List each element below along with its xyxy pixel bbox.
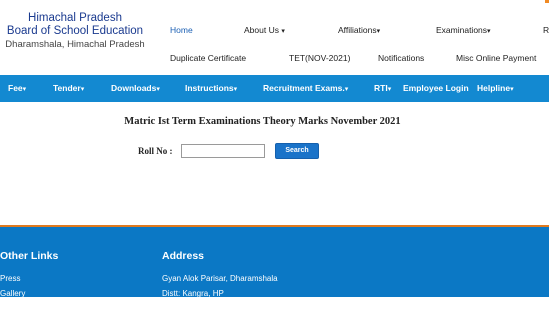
chevron-down-icon: ▾ <box>487 28 491 35</box>
address-heading: Address <box>162 250 205 262</box>
main-navbar: Fee▾ Tender▾ Downloads▾ Instructions▾ Re… <box>0 75 549 102</box>
chevron-down-icon: ▾ <box>387 86 392 93</box>
nav-rti[interactable]: RTI▾ <box>374 75 391 102</box>
topnav-examinations-label: Examinations <box>436 25 488 35</box>
nav-tender-label: Tender <box>53 83 81 93</box>
site-logo[interactable]: Himachal Pradesh Board of School Educati… <box>0 12 150 51</box>
nav-fee[interactable]: Fee▾ <box>8 75 26 102</box>
logo-location: Dharamshala, Himachal Pradesh <box>5 39 145 50</box>
chevron-down-icon: ▾ <box>376 28 381 35</box>
page-title: Matric Ist Term Examinations Theory Mark… <box>124 116 401 127</box>
nav-tender[interactable]: Tender▾ <box>53 75 84 102</box>
nav-instructions-label: Instructions <box>185 83 234 93</box>
site-header: Himachal Pradesh Board of School Educati… <box>0 0 549 75</box>
chevron-down-icon: ▾ <box>80 86 85 93</box>
topnav-about-us[interactable]: About Us ▾ <box>244 25 285 35</box>
topnav-notifications[interactable]: Notifications <box>378 53 424 63</box>
nav-employee-login[interactable]: Employee Login <box>403 75 469 102</box>
topnav-misc-online-payment[interactable]: Misc Online Payment <box>456 53 536 63</box>
chevron-down-icon: ▾ <box>344 86 349 93</box>
top-accent-bar <box>545 0 549 3</box>
chevron-down-icon: ▾ <box>281 28 285 35</box>
logo-title-line2: Board of School Education <box>6 25 144 37</box>
topnav-affiliations-label: Affiliations <box>338 25 377 35</box>
site-footer: Other Links Press Gallery Address Gyan A… <box>0 227 549 298</box>
footer-link-press[interactable]: Press <box>0 274 20 283</box>
chevron-down-icon: ▾ <box>156 86 160 93</box>
chevron-down-icon: ▾ <box>22 86 27 93</box>
search-button[interactable]: Search <box>275 143 319 159</box>
chevron-down-icon: ▾ <box>510 86 514 93</box>
other-links-heading: Other Links <box>0 250 59 262</box>
topnav-affiliations[interactable]: Affiliations▾ <box>338 25 380 35</box>
nav-helpline-label: Helpline <box>477 83 511 93</box>
main-content: Matric Ist Term Examinations Theory Mark… <box>0 102 549 225</box>
nav-instructions[interactable]: Instructions▾ <box>185 75 237 102</box>
logo-title-line1: Himachal Pradesh <box>28 12 122 24</box>
topnav-duplicate-certificate[interactable]: Duplicate Certificate <box>170 53 246 63</box>
topnav-truncated[interactable]: R <box>543 25 549 35</box>
page-bottom-area <box>0 297 549 309</box>
chevron-down-icon: ▾ <box>233 86 238 93</box>
topnav-tet[interactable]: TET(NOV-2021) <box>289 53 350 63</box>
topnav-about-us-label: About Us <box>244 25 279 35</box>
topnav-home[interactable]: Home <box>170 25 193 35</box>
nav-recruitment-exams-label: Recruitment Exams. <box>263 83 345 93</box>
address-line-1: Gyan Alok Parisar, Dharamshala <box>162 274 278 283</box>
nav-fee-label: Fee <box>8 83 23 93</box>
nav-downloads-label: Downloads <box>111 83 157 93</box>
nav-helpline[interactable]: Helpline▾ <box>477 75 514 102</box>
nav-recruitment-exams[interactable]: Recruitment Exams.▾ <box>263 75 348 102</box>
nav-downloads[interactable]: Downloads▾ <box>111 75 160 102</box>
nav-rti-label: RTI <box>374 83 388 93</box>
roll-no-input[interactable] <box>181 144 265 158</box>
topnav-examinations[interactable]: Examinations▾ <box>436 25 491 35</box>
roll-no-label: Roll No : <box>138 146 173 156</box>
